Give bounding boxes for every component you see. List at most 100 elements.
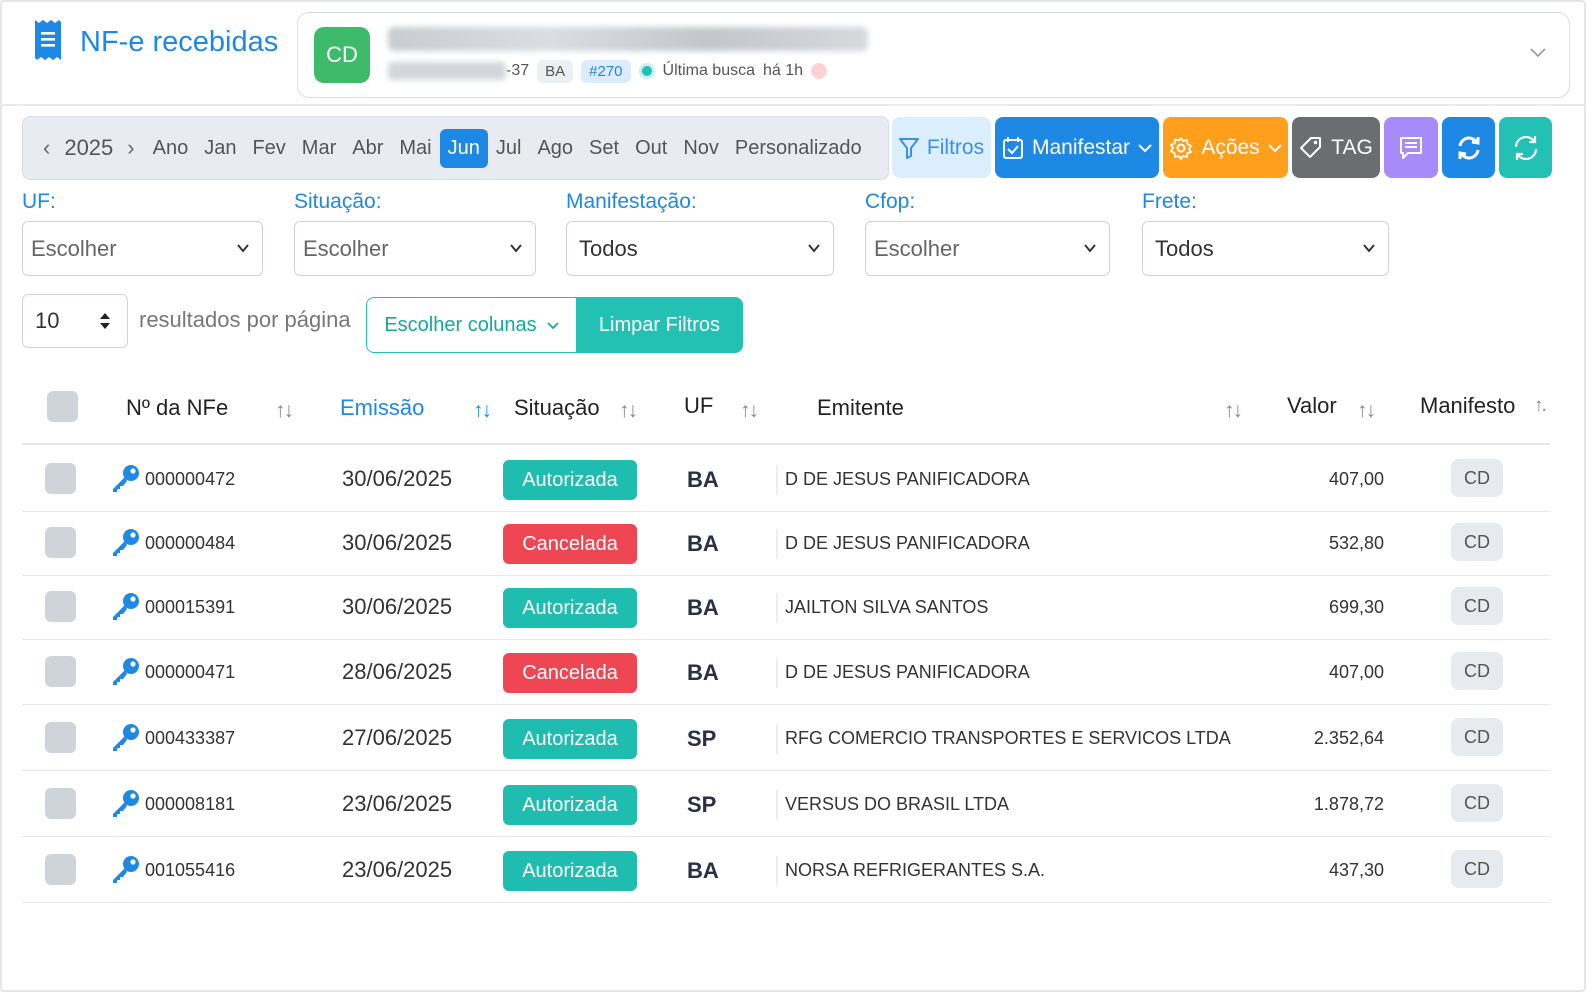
manifestar-button[interactable]: Manifestar (995, 117, 1159, 178)
status-dot-icon (638, 63, 655, 79)
uf-cell: BA (687, 531, 719, 556)
uf-filter-value: Escolher (31, 235, 117, 261)
spinner-arrows-icon[interactable] (99, 311, 111, 331)
acoes-button[interactable]: Ações (1163, 117, 1288, 178)
cfop-filter-select[interactable]: Escolher (865, 221, 1110, 276)
sync-button[interactable] (1499, 117, 1552, 178)
nfe-number[interactable]: 000000471 (145, 662, 235, 683)
manifesto-badge[interactable]: CD (1451, 652, 1503, 690)
row-checkbox[interactable] (45, 463, 76, 494)
nfe-number[interactable]: 000008181 (145, 794, 235, 815)
manifestacao-filter-value: Todos (579, 235, 638, 261)
key-icon[interactable] (110, 853, 142, 885)
table-row[interactable]: 000008181 23/06/2025 Autorizada SP VERSUS DO… (22, 772, 1550, 837)
frete-filter-label: Frete: (1142, 190, 1197, 213)
table-row[interactable]: 000000472 30/06/2025 Autorizada BA D DE JESU… (22, 447, 1550, 512)
manifestar-button-label: Manifestar (1031, 135, 1131, 159)
manifestacao-filter-select[interactable]: Todos (566, 221, 834, 276)
manifesto-badge[interactable]: CD (1451, 459, 1503, 497)
period-mar[interactable]: Mar (294, 129, 344, 168)
key-icon[interactable] (110, 462, 142, 494)
sort-up-icon[interactable]: ↑. (1534, 395, 1547, 417)
period-fev[interactable]: Fev (244, 129, 293, 168)
key-icon[interactable] (110, 590, 142, 622)
period-ano[interactable]: Ano (145, 129, 197, 168)
choose-columns-button[interactable]: Escolher colunas (366, 297, 577, 353)
row-checkbox[interactable] (45, 788, 76, 819)
sort-icon[interactable]: ↑↓ (473, 399, 492, 423)
nfe-number[interactable]: 000000484 (145, 533, 235, 554)
period-jan[interactable]: Jan (196, 129, 244, 168)
key-icon[interactable] (110, 655, 142, 687)
sort-icon[interactable]: ↑↓ (740, 399, 759, 423)
row-checkbox[interactable] (45, 527, 76, 558)
uf-filter-select[interactable]: Escolher (22, 221, 263, 276)
emitente-cell: VERSUS DO BRASIL LTDA (785, 794, 1010, 814)
manifesto-badge[interactable]: CD (1451, 587, 1503, 625)
key-icon[interactable] (110, 787, 142, 819)
key-icon[interactable] (110, 721, 142, 753)
uf-cell: BA (687, 595, 719, 620)
nfe-number[interactable]: 001055416 (145, 860, 235, 881)
table-row[interactable]: 000015391 30/06/2025 Autorizada BA JAILTON S… (22, 575, 1550, 640)
period-out[interactable]: Out (627, 129, 675, 168)
table-row[interactable]: 001055416 23/06/2025 Autorizada BA NORSA REF… (22, 838, 1550, 903)
sort-icon[interactable]: ↑↓ (275, 399, 294, 423)
table-row[interactable]: 000000471 28/06/2025 Cancelada BA D DE JESUS… (22, 640, 1550, 705)
status-badge: Cancelada (503, 653, 637, 693)
sort-icon[interactable]: ↑↓ (1224, 399, 1243, 423)
emitente-cell: D DE JESUS PANIFICADORA (785, 533, 1030, 553)
period-nov[interactable]: Nov (675, 129, 727, 168)
row-checkbox[interactable] (45, 854, 76, 885)
period-ago[interactable]: Ago (529, 129, 581, 168)
column-header-emitente[interactable]: Emitente (817, 395, 904, 421)
manifesto-badge[interactable]: CD (1451, 523, 1503, 561)
sort-icon[interactable]: ↑↓ (619, 399, 638, 423)
column-divider (776, 856, 778, 886)
nfe-number[interactable]: 000015391 (145, 597, 235, 618)
period-mai[interactable]: Mai (391, 129, 439, 168)
row-checkbox[interactable] (45, 591, 76, 622)
select-all-checkbox[interactable] (47, 391, 78, 422)
page-title: NF-e recebidas (80, 26, 279, 58)
nfe-number[interactable]: 000000472 (145, 469, 235, 490)
table-row[interactable]: 000433387 27/06/2025 Autorizada SP RFG COMER… (22, 706, 1550, 771)
key-icon[interactable] (110, 526, 142, 558)
tag-button[interactable]: TAG (1292, 117, 1380, 178)
refresh-button[interactable] (1442, 117, 1495, 178)
period-selector: ‹ 2025 › Ano Jan Fev Mar Abr Mai Jun Jul… (22, 116, 889, 180)
chevron-down-icon[interactable] (1529, 43, 1547, 61)
next-year-button[interactable]: › (117, 135, 144, 161)
status-badge: Autorizada (503, 785, 637, 825)
manifesto-badge[interactable]: CD (1451, 784, 1503, 822)
column-header-valor[interactable]: Valor (1287, 393, 1337, 419)
prev-year-button[interactable]: ‹ (33, 135, 60, 161)
sort-icon[interactable]: ↑↓ (1357, 399, 1376, 423)
table-row[interactable]: 000000484 30/06/2025 Cancelada BA D DE JESUS… (22, 511, 1550, 576)
company-selector[interactable]: CD -37 BA #270 Última busca há 1h (297, 12, 1570, 98)
period-personalizado[interactable]: Personalizado (727, 129, 870, 168)
chevron-down-icon (510, 244, 522, 253)
period-abr[interactable]: Abr (344, 129, 391, 168)
period-jul[interactable]: Jul (488, 129, 530, 168)
manifesto-badge[interactable]: CD (1451, 850, 1503, 888)
uf-cell: BA (687, 467, 719, 492)
column-header-manifesto[interactable]: Manifesto (1420, 393, 1515, 419)
nfe-number[interactable]: 000433387 (145, 728, 235, 749)
chevron-down-icon (1138, 143, 1152, 152)
column-header-numero[interactable]: Nº da NFe (126, 395, 228, 421)
row-checkbox[interactable] (45, 722, 76, 753)
column-header-uf[interactable]: UF (684, 393, 713, 419)
page-size-input[interactable]: 10 (22, 294, 128, 348)
clear-filters-button[interactable]: Limpar Filtros (576, 297, 743, 353)
period-jun[interactable]: Jun (439, 128, 488, 168)
manifesto-badge[interactable]: CD (1451, 718, 1503, 756)
frete-filter-select[interactable]: Todos (1142, 221, 1389, 276)
column-header-situacao[interactable]: Situação (514, 395, 600, 421)
messages-button[interactable] (1384, 117, 1438, 178)
period-set[interactable]: Set (581, 129, 627, 168)
row-checkbox[interactable] (45, 656, 76, 687)
filters-button[interactable]: Filtros (892, 117, 991, 178)
situacao-filter-select[interactable]: Escolher (294, 221, 536, 276)
column-header-emissao[interactable]: Emissão (340, 395, 424, 421)
